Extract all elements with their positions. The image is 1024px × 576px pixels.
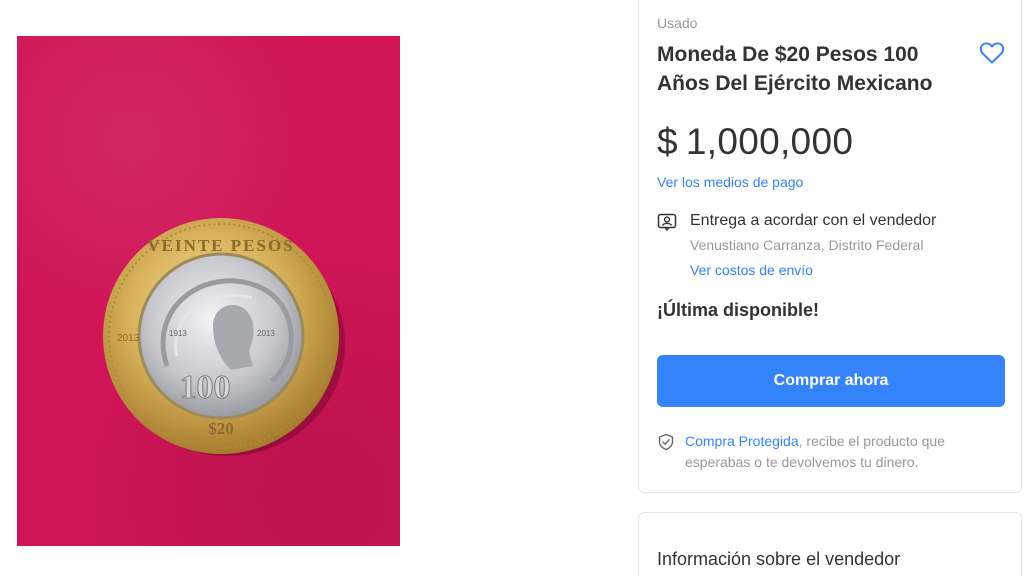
coin-center-text: 100 [180,369,231,406]
coin-denomination: $20 [208,419,234,438]
seller-info-card: Información sobre el vendedor [638,512,1022,576]
shipping-costs-link[interactable]: Ver costos de envío [690,262,813,278]
purchase-protection-text: Compra Protegida, recibe el producto que… [685,431,985,473]
product-title: Moneda De $20 Pesos 100 Años Del Ejércit… [657,43,933,95]
delivery-location: Venustiano Carranza, Distrito Federal [690,237,924,253]
heart-icon[interactable] [979,41,1005,65]
condition-label: Usado [657,15,698,31]
price-amount: 1,000,000 [685,121,854,162]
coin-image: VEINTE PESOS 2013 1913 2013 100 $20 [103,218,345,456]
payment-methods-link[interactable]: Ver los medios de pago [657,174,803,190]
product-page: VEINTE PESOS 2013 1913 2013 100 $20 Usad… [0,0,1024,576]
shield-check-icon [657,433,675,451]
product-photo[interactable]: VEINTE PESOS 2013 1913 2013 100 $20 [17,36,400,546]
person-card-icon [657,213,677,232]
protected-purchase-link[interactable]: Compra Protegida [685,433,799,449]
buy-now-button[interactable]: Comprar ahora [657,355,1005,407]
delivery-title: Entrega a acordar con el vendedor [690,212,937,229]
coin-top-text: VEINTE PESOS [147,236,294,255]
coin-year-1: 1913 [169,329,187,338]
product-info-card: Usado Moneda De $20 Pesos 100 Años Del E… [638,0,1022,493]
stock-status: ¡Última disponible! [657,300,819,320]
price-currency: $ [657,121,678,162]
coin-year-left: 2013 [117,333,140,344]
coin-year-2: 2013 [257,329,275,338]
product-price: $1,000,000 [657,121,853,163]
seller-section-title: Información sobre el vendedor [657,549,901,569]
